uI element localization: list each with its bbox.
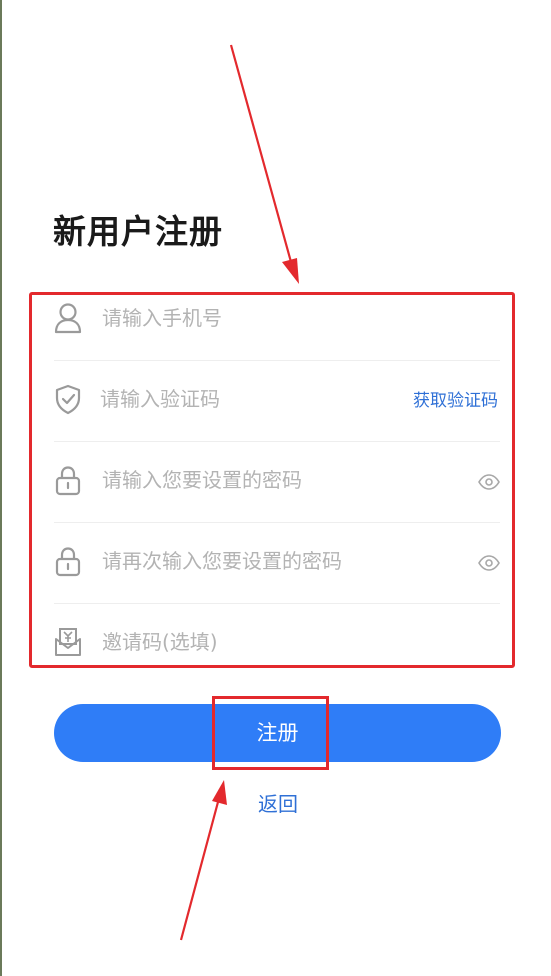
verification-code-input[interactable] — [100, 379, 390, 419]
phone-input[interactable] — [102, 298, 432, 338]
invite-code-row — [54, 604, 500, 684]
invite-code-input[interactable] — [102, 622, 432, 662]
password-input[interactable] — [102, 460, 432, 500]
register-page: 新用户注册 获取验证码 — [0, 0, 551, 976]
annotation-arrow-bottom — [179, 780, 227, 941]
get-code-button[interactable]: 获取验证码 — [413, 388, 498, 414]
confirm-password-input[interactable] — [102, 541, 432, 581]
eye-icon[interactable] — [478, 472, 500, 492]
page-title: 新用户注册 — [53, 212, 223, 251]
lock-icon — [54, 464, 82, 496]
verification-code-row: 获取验证码 — [54, 361, 500, 442]
user-icon — [54, 302, 82, 334]
back-link[interactable]: 返回 — [250, 788, 306, 820]
annotation-arrow-top — [229, 44, 299, 284]
lock-icon — [54, 545, 82, 577]
password-row — [54, 442, 500, 523]
confirm-password-row — [54, 523, 500, 604]
register-form: 获取验证码 — [54, 280, 500, 684]
eye-icon[interactable] — [478, 553, 500, 573]
envelope-yuan-icon — [54, 626, 82, 658]
phone-row — [54, 280, 500, 361]
register-button[interactable]: 注册 — [54, 704, 501, 762]
left-edge-border — [0, 0, 2, 976]
shield-check-icon — [54, 383, 82, 415]
